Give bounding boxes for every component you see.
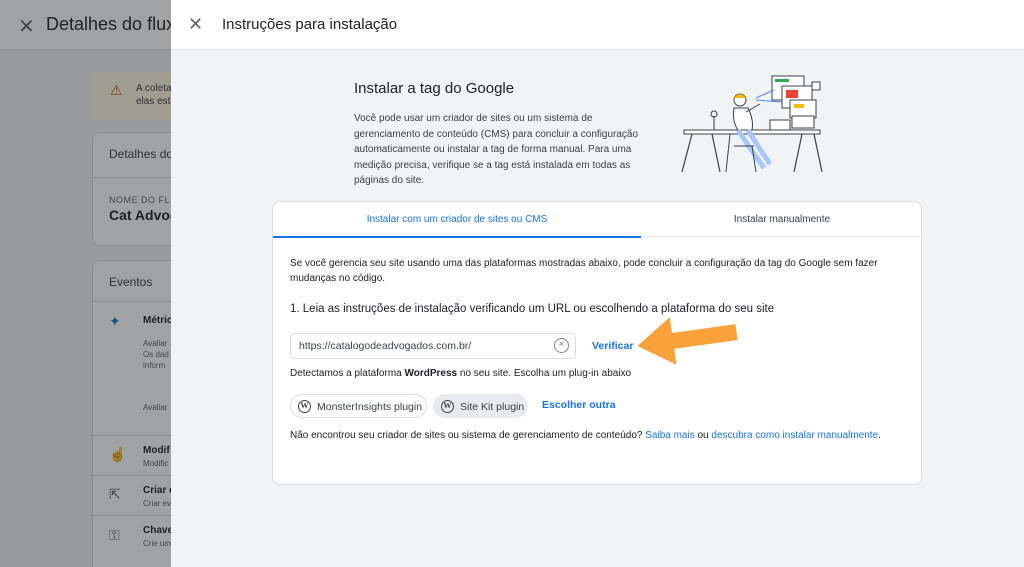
dialog-header: ✕ Instruções para instalação	[171, 0, 1024, 50]
close-icon[interactable]: ✕	[188, 14, 203, 35]
intro-title: Instalar a tag do Google	[354, 80, 515, 97]
cms-description: Se você gerencia seu site usando uma das…	[290, 258, 878, 284]
chip-label: Site Kit plugin	[460, 401, 525, 413]
help-footer: Não encontrou seu criador de sites ou si…	[290, 430, 881, 441]
annotation-arrow	[637, 317, 738, 365]
detected-platform-text: Detectamos a plataforma WordPress no seu…	[290, 368, 632, 379]
site-kit-plugin-chip[interactable]: W Site Kit plugin	[433, 394, 528, 418]
url-input-value[interactable]: https://catalogodeadvogados.com.br/	[299, 340, 471, 352]
url-input[interactable]: https://catalogodeadvogados.com.br/ ×	[290, 333, 576, 359]
tab-manual[interactable]: Instalar manualmente	[641, 202, 921, 237]
tab-bar: Instalar com um criador de sites ou CMS …	[273, 202, 921, 238]
install-options-card: Instalar com um criador de sites ou CMS …	[272, 201, 922, 485]
intro-text: Você pode usar um criador de sites ou um…	[354, 113, 639, 186]
installation-dialog: ✕ Instruções para instalação Instalar a …	[171, 0, 1024, 567]
choose-other-button[interactable]: Escolher outra	[542, 399, 616, 411]
monsterinsights-plugin-chip[interactable]: W MonsterInsights plugin	[290, 394, 427, 418]
person-at-desk-illustration	[681, 75, 823, 173]
wordpress-icon: W	[298, 400, 311, 413]
wordpress-icon: W	[441, 400, 454, 413]
learn-more-link[interactable]: Saiba mais	[645, 430, 694, 441]
verify-button[interactable]: Verificar	[592, 340, 633, 352]
dialog-title: Instruções para instalação	[222, 16, 398, 33]
manual-install-link[interactable]: descubra como instalar manualmente	[711, 430, 878, 441]
platform-name: WordPress	[404, 368, 458, 379]
tab-cms[interactable]: Instalar com um criador de sites ou CMS	[273, 202, 641, 238]
clear-circle-icon[interactable]: ×	[554, 338, 569, 353]
chip-label: MonsterInsights plugin	[317, 401, 423, 413]
